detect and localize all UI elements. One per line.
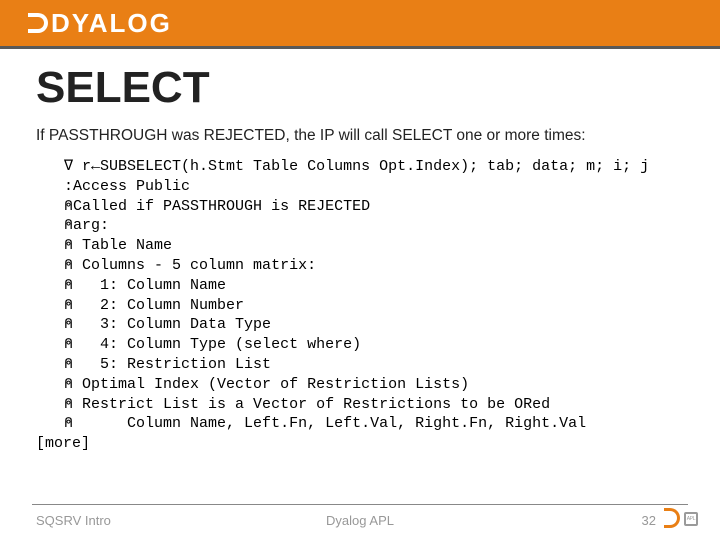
intro-text: If PASSTHROUGH was REJECTED, the IP will… <box>36 127 684 145</box>
code-line: ⍝ 1: Column Name <box>64 277 226 294</box>
code-line: ⍝ 2: Column Number <box>64 297 244 314</box>
footer-d-icon <box>664 508 680 528</box>
footer-center-text: Dyalog APL <box>326 513 394 528</box>
code-line: ⍝ Columns - 5 column matrix: <box>64 257 316 274</box>
footer: SQSRV Intro Dyalog APL 32 APL <box>0 492 720 540</box>
code-block: ∇ r←SUBSELECT(h.Stmt Table Columns Opt.I… <box>64 157 684 454</box>
code-line: ∇ r←SUBSELECT(h.Stmt Table Columns Opt.I… <box>64 158 649 175</box>
apl-label: APL <box>687 516 696 522</box>
code-line: ⍝ Restrict List is a Vector of Restricti… <box>64 396 550 413</box>
code-line: ⍝ Table Name <box>64 237 172 254</box>
code-line: ⍝ 3: Column Data Type <box>64 316 271 333</box>
code-more: [more] <box>36 434 90 454</box>
code-line: ⍝arg: <box>64 217 109 234</box>
top-bar: DYALOG <box>0 0 720 46</box>
footer-logo: APL <box>664 506 698 532</box>
page-number: 32 <box>642 513 656 528</box>
code-line: ⍝ Optimal Index (Vector of Restriction L… <box>64 376 469 393</box>
code-line: ⍝ 5: Restriction List <box>64 356 271 373</box>
apl-box-icon: APL <box>684 512 698 526</box>
page-title: SELECT <box>36 63 720 113</box>
brand-name: DYALOG <box>51 8 172 39</box>
code-line: ⍝Called if PASSTHROUGH is REJECTED <box>64 198 370 215</box>
slide: DYALOG SELECT If PASSTHROUGH was REJECTE… <box>0 0 720 540</box>
code-line: ⍝ Column Name, Left.Fn, Left.Val, Right.… <box>64 415 586 432</box>
top-divider <box>0 46 720 49</box>
footer-divider <box>32 504 688 505</box>
code-line: ⍝ 4: Column Type (select where) <box>64 336 361 353</box>
code-line: :Access Public <box>64 178 190 195</box>
brand-logo: DYALOG <box>28 8 172 39</box>
brand-d-icon <box>28 13 48 33</box>
footer-left-text: SQSRV Intro <box>36 513 111 528</box>
